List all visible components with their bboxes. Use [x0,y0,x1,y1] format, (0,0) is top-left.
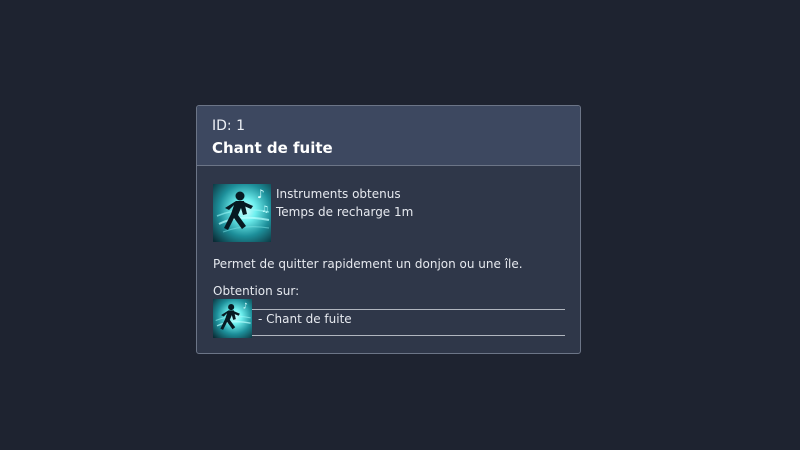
skill-tooltip: ID: 1 Chant de fuite ♪ ♫ Instruments obt… [196,105,581,354]
running-figure-icon: ♪ [213,299,252,338]
skill-summary: ♪ ♫ Instruments obtenus Temps de recharg… [213,184,413,242]
skill-title: Chant de fuite [212,139,333,157]
svg-text:♪: ♪ [243,301,248,310]
tooltip-header: ID: 1 Chant de fuite [197,106,580,166]
obtention-item-label: - Chant de fuite [258,311,352,326]
svg-text:♪: ♪ [257,187,265,201]
svg-text:♫: ♫ [261,205,269,215]
running-figure-icon: ♪ ♫ [213,184,271,242]
skill-info: Instruments obtenus Temps de recharge 1m [276,185,413,242]
skill-description: Permet de quitter rapidement un donjon o… [213,257,523,271]
obtention-label: Obtention sur: [213,284,300,298]
skill-info-line: Temps de recharge 1m [276,205,414,219]
skill-id: ID: 1 [212,118,245,134]
obtention-item: ♪ - Chant de fuite [213,299,352,338]
skill-info-line: Instruments obtenus [276,187,401,201]
